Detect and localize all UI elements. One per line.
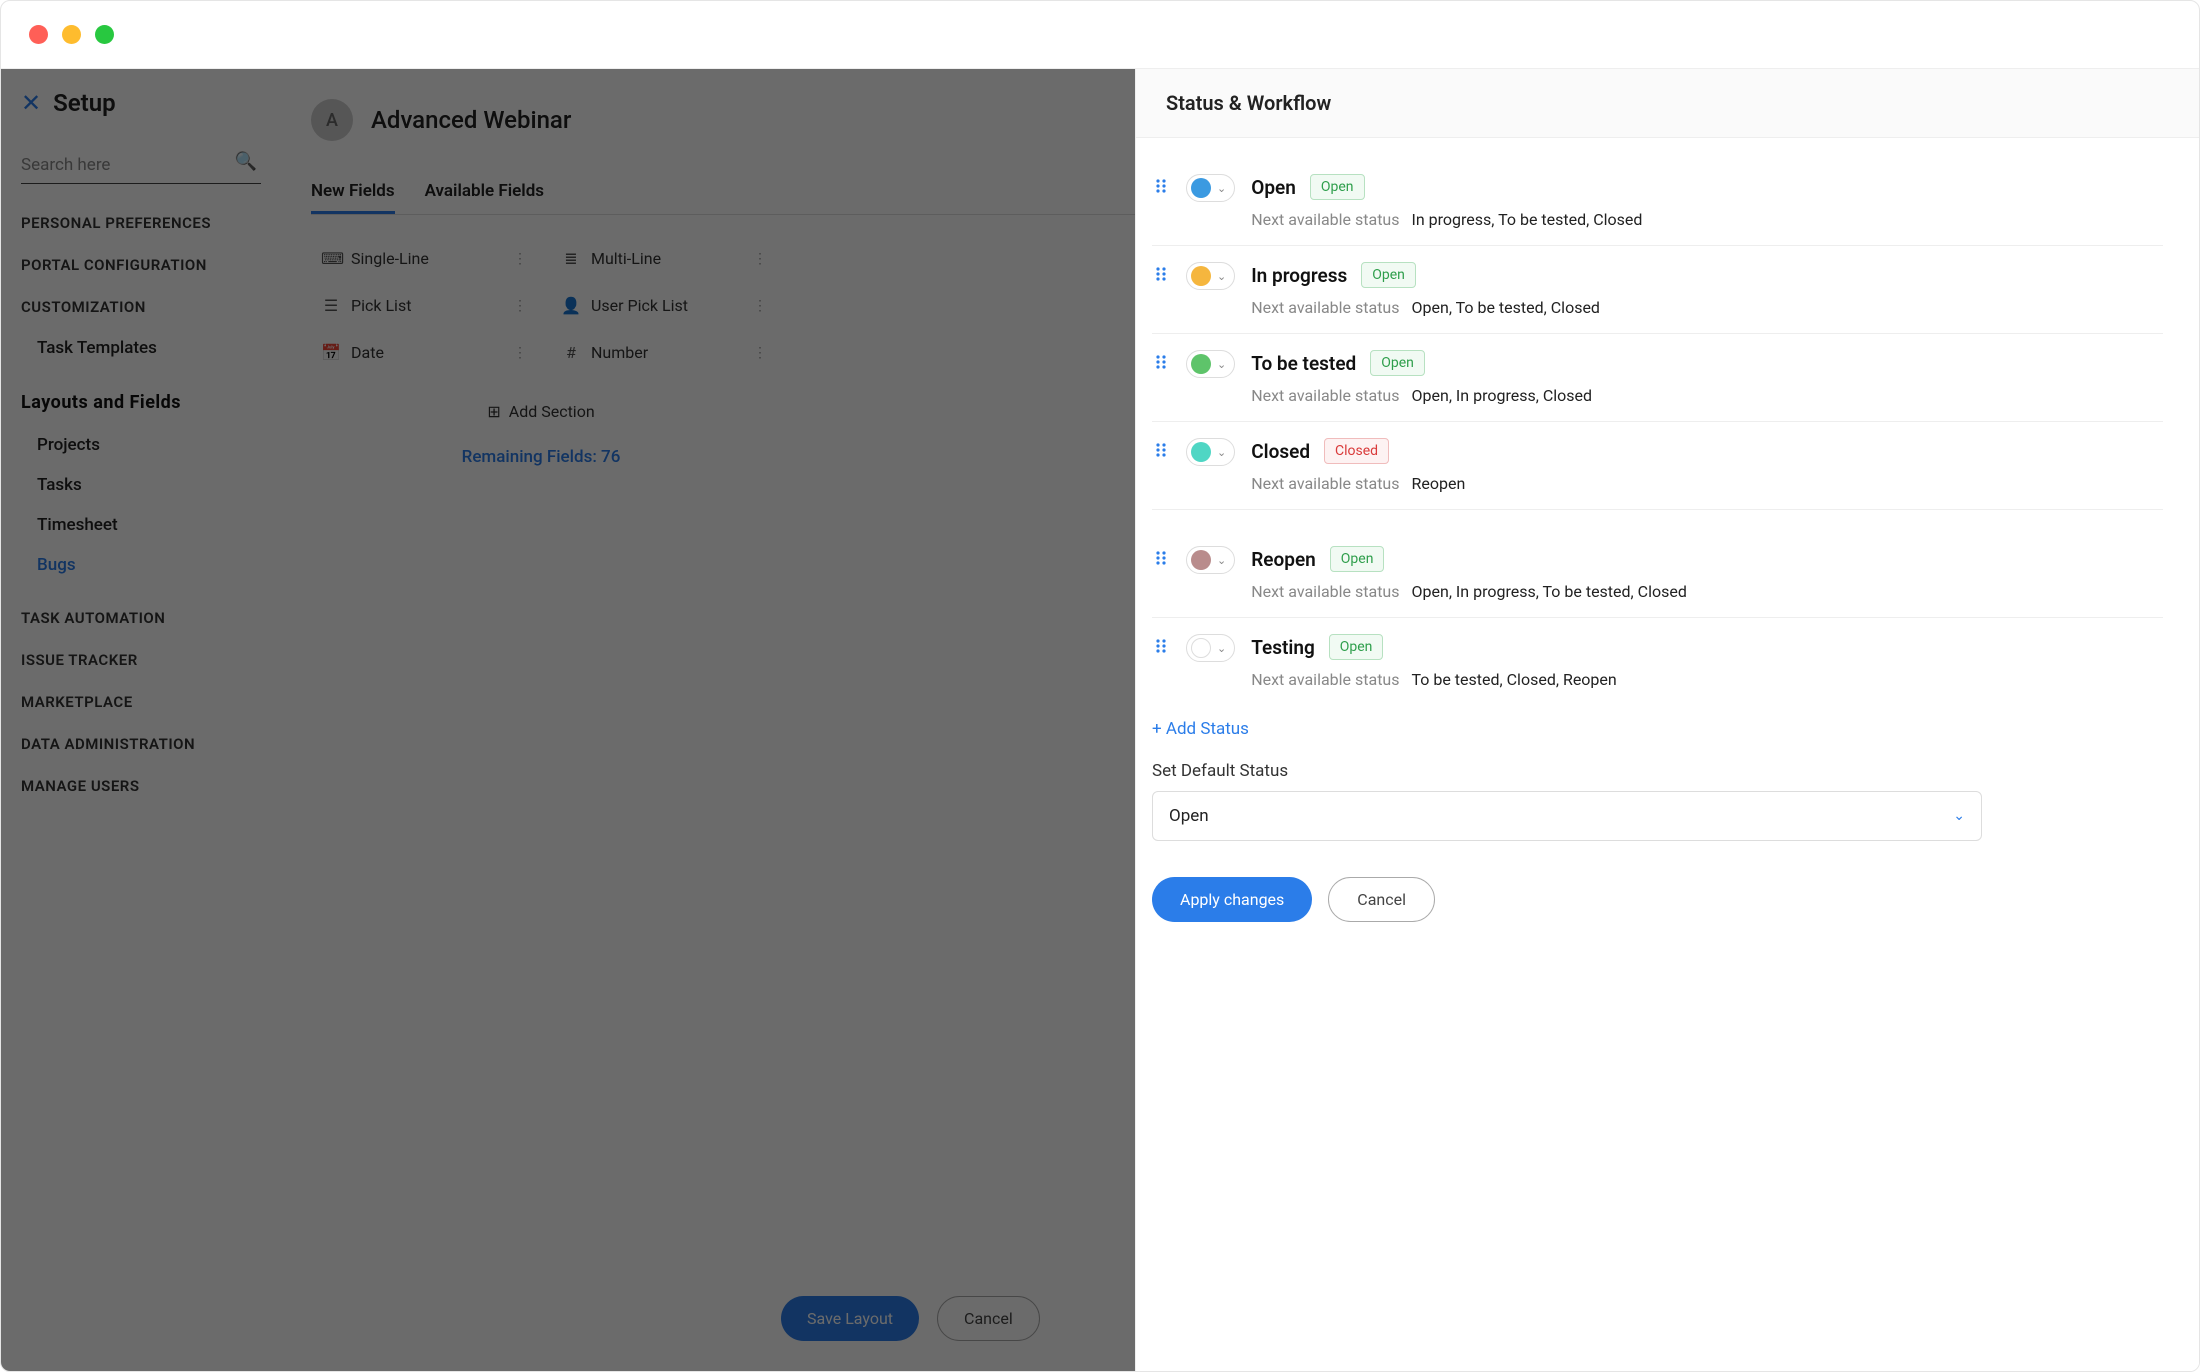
panel-actions: Apply changes Cancel xyxy=(1152,877,2163,922)
modal-scrim[interactable] xyxy=(1,69,1135,1371)
drag-handle-icon[interactable] xyxy=(1152,350,1170,374)
status-type-badge[interactable]: Open xyxy=(1330,546,1385,572)
status-type-badge[interactable]: Open xyxy=(1310,174,1365,200)
panel-title: Status & Workflow xyxy=(1136,69,2199,138)
status-name[interactable]: Reopen xyxy=(1251,548,1316,571)
status-color-picker[interactable]: ⌄ xyxy=(1186,350,1235,378)
status-color-picker[interactable]: ⌄ xyxy=(1186,546,1235,574)
cancel-button[interactable]: Cancel xyxy=(1328,877,1435,922)
drag-handle-icon[interactable] xyxy=(1152,634,1170,658)
drag-handle-icon[interactable] xyxy=(1152,546,1170,570)
status-name[interactable]: In progress xyxy=(1251,264,1347,287)
next-status-value: In progress, To be tested, Closed xyxy=(1412,210,1643,229)
status-name[interactable]: To be tested xyxy=(1251,352,1356,375)
status-workflow-panel: Status & Workflow ⌄ Open Open Next availabl… xyxy=(1135,69,2199,1371)
status-row: ⌄ Reopen Open Next available status Open, In… xyxy=(1152,530,2163,618)
status-color-picker[interactable]: ⌄ xyxy=(1186,438,1235,466)
status-color-picker[interactable]: ⌄ xyxy=(1186,634,1235,662)
chevron-down-icon: ⌄ xyxy=(1217,446,1226,459)
chevron-down-icon: ⌄ xyxy=(1217,554,1226,567)
next-status-label: Next available status xyxy=(1251,474,1399,493)
status-row: ⌄ Testing Open Next available status To be t… xyxy=(1152,618,2163,705)
drag-handle-icon[interactable] xyxy=(1152,174,1170,198)
window-close-dot[interactable] xyxy=(29,25,48,44)
status-row: ⌄ Open Open Next available status In progres… xyxy=(1152,158,2163,246)
color-swatch xyxy=(1191,442,1211,462)
color-swatch xyxy=(1191,354,1211,374)
next-status-value: Reopen xyxy=(1412,474,1466,493)
next-status-label: Next available status xyxy=(1251,298,1399,317)
status-type-badge[interactable]: Open xyxy=(1361,262,1416,288)
next-status-label: Next available status xyxy=(1251,670,1399,689)
next-status-label: Next available status xyxy=(1251,210,1399,229)
drag-handle-icon[interactable] xyxy=(1152,262,1170,286)
window-zoom-dot[interactable] xyxy=(95,25,114,44)
chevron-down-icon: ⌄ xyxy=(1217,642,1226,655)
next-status-value: Open, In progress, Closed xyxy=(1412,386,1593,405)
status-name[interactable]: Testing xyxy=(1251,636,1315,659)
mac-title-bar xyxy=(1,1,2199,69)
next-status-value: To be tested, Closed, Reopen xyxy=(1412,670,1617,689)
chevron-down-icon: ⌄ xyxy=(1217,182,1226,195)
chevron-down-icon: ⌄ xyxy=(1953,808,1965,824)
status-type-badge[interactable]: Open xyxy=(1370,350,1425,376)
default-status-select[interactable]: Open ⌄ xyxy=(1152,791,1982,841)
status-row: ⌄ In progress Open Next available status Ope… xyxy=(1152,246,2163,334)
apply-changes-button[interactable]: Apply changes xyxy=(1152,877,1312,922)
color-swatch xyxy=(1191,178,1211,198)
status-row: ⌄ Closed Closed Next available status Reopen xyxy=(1152,422,2163,510)
window-minimize-dot[interactable] xyxy=(62,25,81,44)
app-window: ✕ Setup 🔍 PERSONAL PREFERENCESPORTAL CON… xyxy=(0,0,2200,1372)
color-swatch xyxy=(1191,550,1211,570)
status-type-badge[interactable]: Closed xyxy=(1324,438,1389,464)
color-swatch xyxy=(1191,638,1211,658)
next-status-label: Next available status xyxy=(1251,386,1399,405)
next-status-value: Open, To be tested, Closed xyxy=(1412,298,1600,317)
status-name[interactable]: Closed xyxy=(1251,440,1310,463)
drag-handle-icon[interactable] xyxy=(1152,438,1170,462)
default-status-value: Open xyxy=(1169,806,1209,826)
chevron-down-icon: ⌄ xyxy=(1217,270,1226,283)
app-body: ✕ Setup 🔍 PERSONAL PREFERENCESPORTAL CON… xyxy=(1,69,2199,1371)
status-name[interactable]: Open xyxy=(1251,176,1296,199)
status-color-picker[interactable]: ⌄ xyxy=(1186,262,1235,290)
add-status-link[interactable]: + Add Status xyxy=(1152,719,1249,739)
next-status-label: Next available status xyxy=(1251,582,1399,601)
panel-body: ⌄ Open Open Next available status In progres… xyxy=(1136,138,2199,1371)
next-status-value: Open, In progress, To be tested, Closed xyxy=(1412,582,1687,601)
default-status-label: Set Default Status xyxy=(1152,761,2163,781)
status-color-picker[interactable]: ⌄ xyxy=(1186,174,1235,202)
status-row: ⌄ To be tested Open Next available status Op… xyxy=(1152,334,2163,422)
status-type-badge[interactable]: Open xyxy=(1329,634,1384,660)
color-swatch xyxy=(1191,266,1211,286)
chevron-down-icon: ⌄ xyxy=(1217,358,1226,371)
